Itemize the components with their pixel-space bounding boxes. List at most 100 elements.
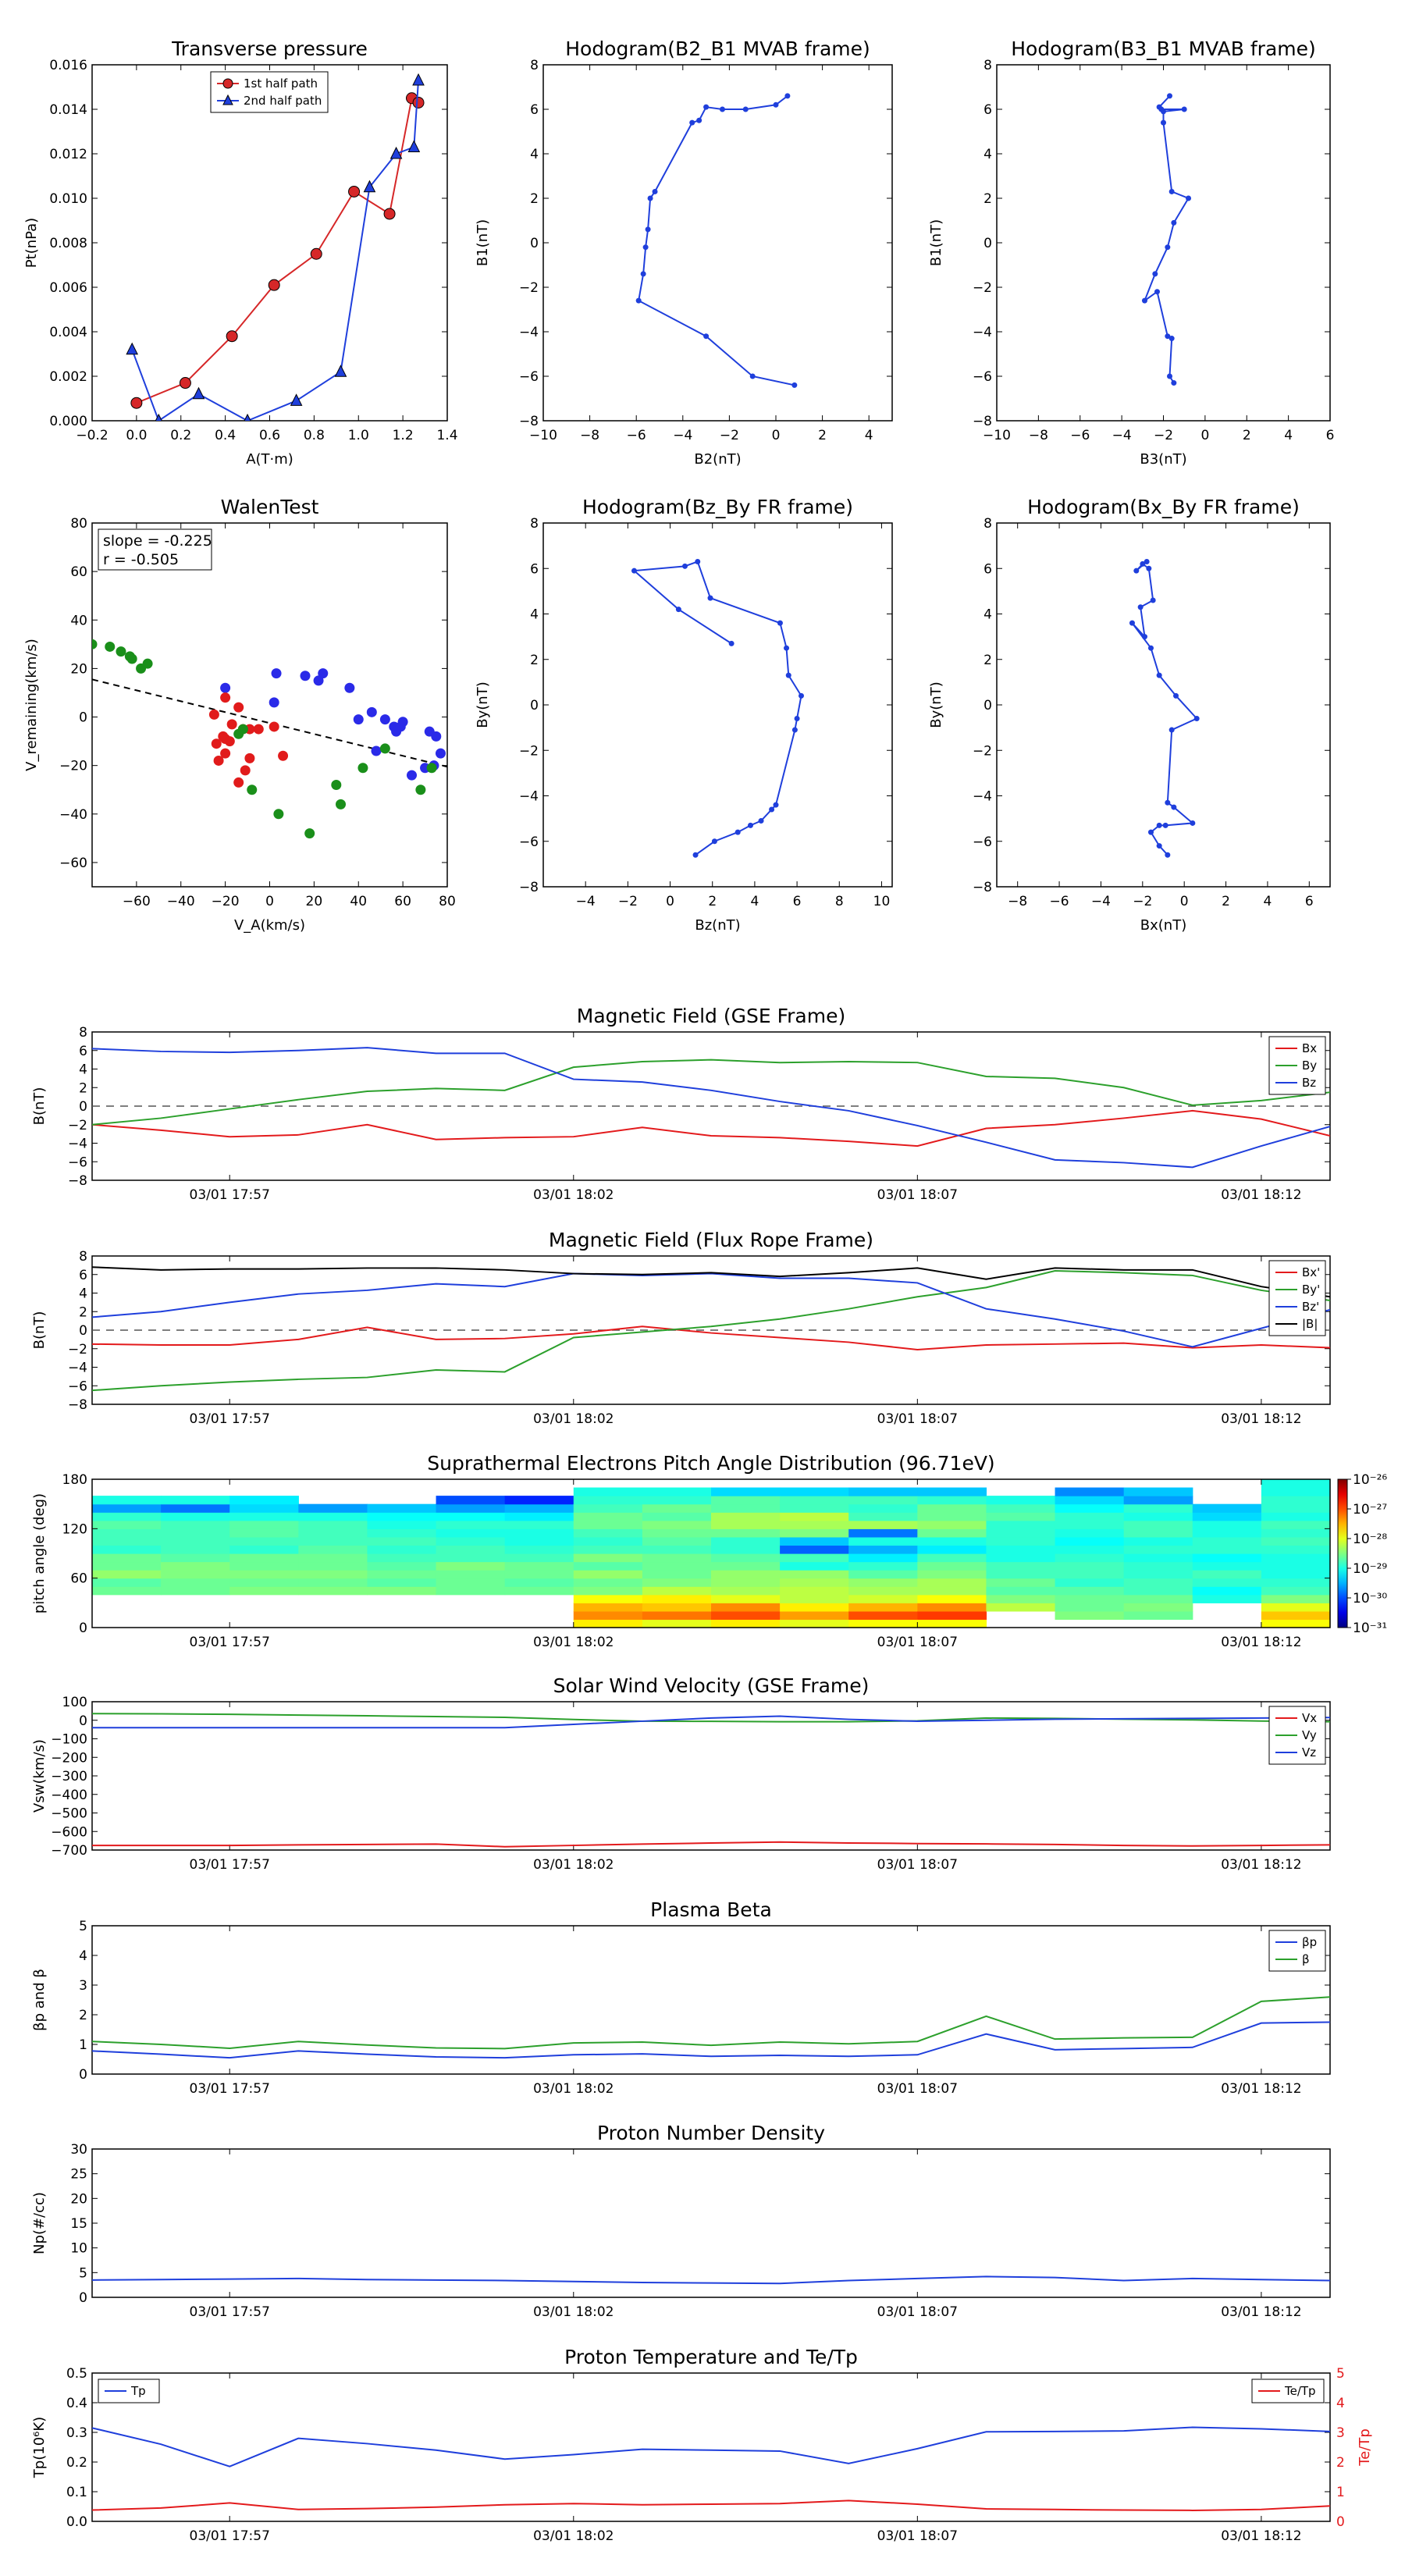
scatter-point <box>116 646 126 657</box>
y-tick-label: 40 <box>70 613 87 628</box>
heatmap-cell <box>504 1503 574 1513</box>
colorbar-tick-label: 10⁻²⁷ <box>1353 1502 1387 1517</box>
scatter-point <box>220 692 231 703</box>
y-tick-label: 6 <box>79 1268 87 1283</box>
data-point <box>1171 804 1177 810</box>
x-tick-label: −6 <box>1070 428 1090 443</box>
y-tick-label: 0.3 <box>66 2425 87 2441</box>
series-layer <box>92 1266 1330 1392</box>
y-tick-label: −2 <box>68 1118 87 1133</box>
chart-title: WalenTest <box>221 496 319 518</box>
heatmap-cell <box>436 1553 506 1563</box>
heatmap-cell <box>1261 1570 1331 1579</box>
heatmap-cell <box>1123 1570 1193 1579</box>
y-tick-label: −8 <box>973 414 992 429</box>
data-point <box>640 271 646 277</box>
hodogram-chart-2: Hodogram(B3_B1 MVAB frame) −8 −6 −4 −2 0 2 4 6 8 −… <box>928 37 1334 468</box>
y2-tick-label: 0 <box>1336 2514 1345 2530</box>
y-tick-label: 25 <box>70 2167 87 2183</box>
y-tick-label: 60 <box>70 564 87 580</box>
x-axis-label: Bz(nT) <box>695 917 740 934</box>
heatmap-cell <box>367 1503 437 1513</box>
chart-title: Magnetic Field (GSE Frame) <box>577 1005 845 1027</box>
x-tick-label: 4 <box>1284 428 1293 443</box>
plot-frame <box>996 522 1331 888</box>
y-tick-label: 0.4 <box>66 2396 87 2411</box>
data-point <box>1161 109 1166 115</box>
legend-label: Te/Tp <box>1284 2384 1316 2398</box>
y-tick-label: 8 <box>984 58 992 73</box>
y-tick-label: 4 <box>79 1948 87 1964</box>
data-point <box>1181 106 1187 112</box>
scatter-point <box>126 653 137 664</box>
y-axis-label: B(nT) <box>31 1311 48 1350</box>
heatmap-cell <box>986 1594 1056 1603</box>
heatmap-cell <box>92 1503 162 1513</box>
scatter-point <box>431 731 442 742</box>
heatmap-cell <box>436 1520 506 1529</box>
heatmap-cell <box>1055 1603 1125 1612</box>
data-point <box>192 386 205 400</box>
x-tick-label: −6 <box>627 428 646 443</box>
scatter-point <box>318 668 329 679</box>
heatmap-cells <box>92 1479 1331 1628</box>
heatmap-cell <box>92 1578 162 1587</box>
scatter-point <box>224 736 235 747</box>
heatmap-cell <box>92 1528 162 1538</box>
scatter-point <box>331 780 342 791</box>
heatmap-cell <box>642 1586 712 1596</box>
heatmap-cell <box>1123 1545 1193 1554</box>
heatmap-cell <box>848 1553 918 1563</box>
data-point <box>791 727 798 733</box>
x-tick-label: 0.4 <box>215 428 236 443</box>
data-point <box>310 247 322 260</box>
data-point <box>1193 715 1200 721</box>
x-tick-label: 6 <box>1305 894 1314 909</box>
y-tick-label: 0.000 <box>49 414 87 429</box>
x-tick-label: 2 <box>708 894 717 909</box>
heatmap-cell <box>848 1586 918 1596</box>
heatmap-cell <box>917 1586 987 1596</box>
heatmap-cell <box>298 1520 368 1529</box>
x-axis-label: B3(nT) <box>1140 451 1186 468</box>
heatmap-cell <box>367 1561 437 1571</box>
heatmap-cell <box>917 1487 987 1496</box>
heatmap-cell <box>367 1536 437 1546</box>
heatmap-cell <box>1261 1619 1331 1628</box>
y-tick-label: 2 <box>79 2008 87 2023</box>
data-point <box>696 117 702 123</box>
heatmap-cell <box>436 1545 506 1554</box>
y-tick-label: 0.010 <box>49 191 87 207</box>
heatmap-cell <box>161 1520 230 1529</box>
heatmap-cell <box>504 1570 574 1579</box>
y-tick-label: 0 <box>79 1323 87 1339</box>
heatmap-cell <box>229 1553 299 1563</box>
x-tick-label: 0 <box>1180 894 1189 909</box>
x-tick-label: 0.8 <box>304 428 325 443</box>
data-point <box>791 382 798 388</box>
heatmap-cell <box>986 1553 1056 1563</box>
y-tick-label: −60 <box>59 856 87 871</box>
x-tick-label: 03/01 18:02 <box>533 2304 614 2320</box>
heatmap-cell <box>298 1561 368 1571</box>
y-tick-label: 5 <box>79 1919 87 1934</box>
heatmap-cell <box>642 1520 712 1529</box>
heatmap-cell <box>161 1536 230 1546</box>
x-tick-label: 03/01 17:57 <box>190 2304 270 2320</box>
heatmap-cell <box>1192 1561 1262 1571</box>
data-point <box>1141 297 1147 304</box>
heatmap-cell <box>711 1610 781 1621</box>
scatter-point <box>142 658 153 669</box>
heatmap-cell <box>848 1561 918 1571</box>
heatmap-cell <box>917 1545 987 1554</box>
data-point <box>407 140 421 152</box>
heatmap-cell <box>642 1503 712 1513</box>
heatmap-cell <box>1192 1553 1262 1563</box>
y-tick-label: 2 <box>984 653 992 668</box>
heatmap-cell <box>711 1512 781 1521</box>
series-line-1st half path <box>136 97 419 404</box>
colorbar-tick-label: 10⁻²⁹ <box>1353 1561 1387 1577</box>
x-tick-label: 03/01 18:02 <box>533 2528 614 2544</box>
y2-tick-label: 3 <box>1336 2425 1345 2441</box>
heatmap-cell <box>986 1561 1056 1571</box>
